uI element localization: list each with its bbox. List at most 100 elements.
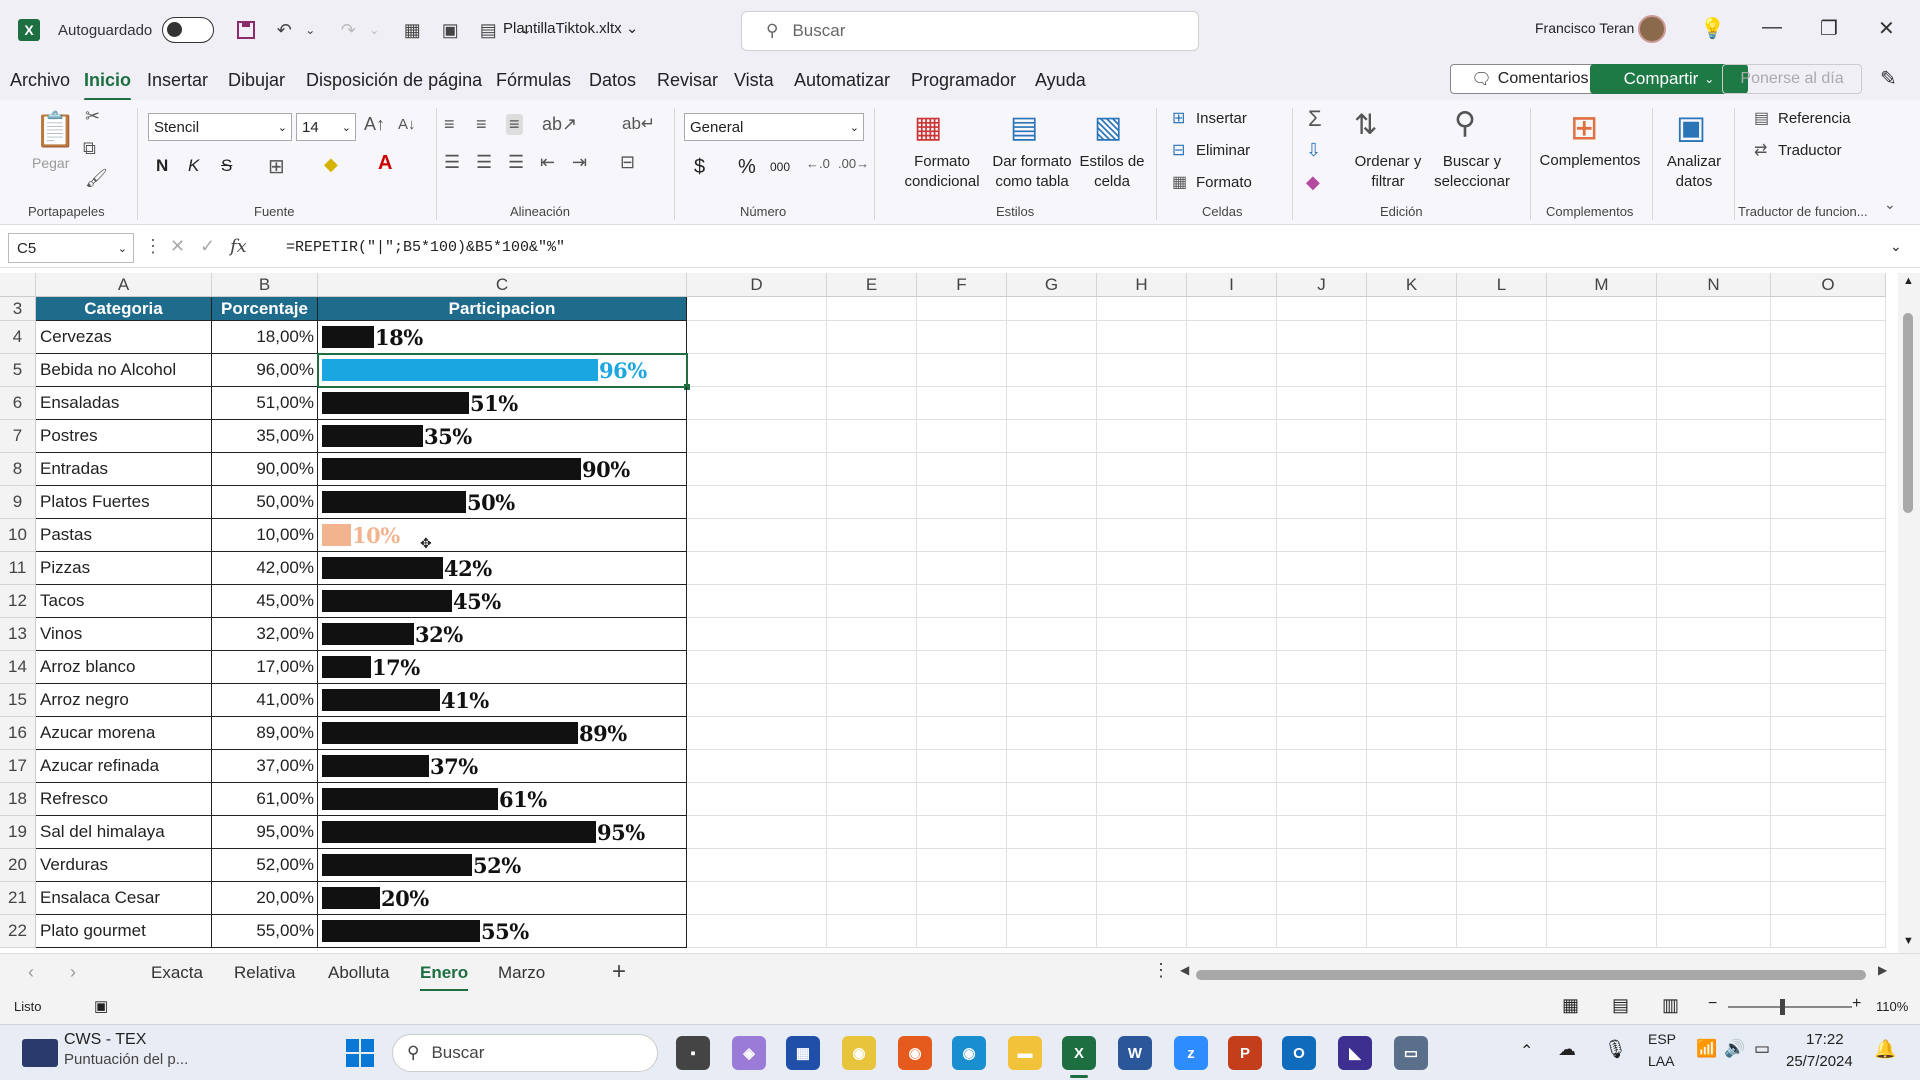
number-format-select[interactable]: General ⌄ xyxy=(684,113,864,141)
empty-cell[interactable] xyxy=(1367,684,1457,717)
insert-function-button[interactable]: fx xyxy=(230,236,247,257)
increase-indent-icon[interactable]: ⇥ xyxy=(572,152,587,173)
empty-cell[interactable] xyxy=(1771,849,1886,882)
empty-cell[interactable] xyxy=(917,816,1007,849)
spreadsheet-grid[interactable]: A B C D E F G H I J K L M N O 3 4 5 6 7 8 9 10 11 12 13 14 15 16 17 18… xyxy=(0,273,1898,953)
porcentaje-cell[interactable]: 52,00% xyxy=(212,849,318,882)
empty-cell[interactable] xyxy=(1547,585,1657,618)
empty-cell[interactable] xyxy=(1457,750,1547,783)
participacion-cell[interactable]: 35% xyxy=(318,420,687,453)
empty-cell[interactable] xyxy=(917,387,1007,420)
menu-automatizar[interactable]: Automatizar xyxy=(794,70,890,91)
empty-cell[interactable] xyxy=(1007,297,1097,321)
empty-cell[interactable] xyxy=(1097,915,1187,948)
empty-cell[interactable] xyxy=(1771,783,1886,816)
empty-cell[interactable] xyxy=(917,486,1007,519)
app-icon[interactable]: ◣ xyxy=(1338,1036,1372,1070)
empty-cell[interactable] xyxy=(1007,354,1097,387)
empty-cell[interactable] xyxy=(1547,717,1657,750)
expand-formula-icon[interactable]: ⌄ xyxy=(1890,238,1902,255)
empty-cell[interactable] xyxy=(1657,297,1771,321)
empty-cell[interactable] xyxy=(1457,618,1547,651)
empty-cell[interactable] xyxy=(1771,321,1886,354)
porcentaje-cell[interactable]: 55,00% xyxy=(212,915,318,948)
porcentaje-cell[interactable]: 10,00% xyxy=(212,519,318,552)
empty-cell[interactable] xyxy=(1457,420,1547,453)
empty-cell[interactable] xyxy=(1771,519,1886,552)
empty-cell[interactable] xyxy=(1007,651,1097,684)
empty-cell[interactable] xyxy=(1277,297,1367,321)
notifications-icon[interactable]: 🔔 xyxy=(1874,1039,1896,1060)
empty-cell[interactable] xyxy=(1097,684,1187,717)
empty-cell[interactable] xyxy=(687,717,827,750)
merge-center-icon[interactable]: ⊟ xyxy=(620,152,635,173)
column-header-h[interactable]: H xyxy=(1097,273,1187,297)
cancel-icon[interactable]: ✕ xyxy=(170,236,185,257)
outlook-icon[interactable]: O xyxy=(1282,1036,1316,1070)
porcentaje-cell[interactable]: 18,00% xyxy=(212,321,318,354)
empty-cell[interactable] xyxy=(917,354,1007,387)
empty-cell[interactable] xyxy=(1457,552,1547,585)
empty-cell[interactable] xyxy=(1187,519,1277,552)
empty-cell[interactable] xyxy=(1007,618,1097,651)
empty-cell[interactable] xyxy=(1367,486,1457,519)
row-header[interactable]: 20 xyxy=(0,849,36,882)
empty-cell[interactable] xyxy=(1457,783,1547,816)
empty-cell[interactable] xyxy=(1547,486,1657,519)
zoom-icon[interactable]: z xyxy=(1174,1036,1208,1070)
empty-cell[interactable] xyxy=(1187,816,1277,849)
copy-icon[interactable]: ⧉ xyxy=(83,138,96,159)
empty-cell[interactable] xyxy=(687,387,827,420)
empty-cell[interactable] xyxy=(1547,321,1657,354)
empty-cell[interactable] xyxy=(1007,882,1097,915)
empty-cell[interactable] xyxy=(687,519,827,552)
fill-icon[interactable]: ⇩ xyxy=(1306,140,1321,161)
empty-cell[interactable] xyxy=(1097,585,1187,618)
table-header-a[interactable]: Categoria xyxy=(36,297,212,321)
categoria-cell[interactable]: Ensalaca Cesar xyxy=(36,882,212,915)
row-header[interactable]: 18 xyxy=(0,783,36,816)
empty-cell[interactable] xyxy=(917,717,1007,750)
decrease-decimal-icon[interactable]: .00→ xyxy=(838,156,869,171)
normal-view-icon[interactable]: ▦ xyxy=(1562,995,1579,1016)
store-icon[interactable]: ▦ xyxy=(786,1036,820,1070)
menu-insertar[interactable]: Insertar xyxy=(147,70,208,91)
empty-cell[interactable] xyxy=(1657,585,1771,618)
empty-cell[interactable] xyxy=(827,684,917,717)
lightbulb-icon[interactable]: 💡 xyxy=(1700,16,1725,41)
empty-cell[interactable] xyxy=(917,882,1007,915)
microphone-icon[interactable]: 🎙 xyxy=(1604,1039,1627,1060)
prev-sheet-icon[interactable]: ‹ xyxy=(28,962,34,983)
categoria-cell[interactable]: Postres xyxy=(36,420,212,453)
user-name[interactable]: Francisco Teran xyxy=(1535,20,1634,36)
participacion-cell[interactable]: 42% xyxy=(318,552,687,585)
empty-cell[interactable] xyxy=(1007,915,1097,948)
empty-cell[interactable] xyxy=(1771,486,1886,519)
porcentaje-cell[interactable]: 96,00% xyxy=(212,354,318,387)
empty-cell[interactable] xyxy=(1277,684,1367,717)
empty-cell[interactable] xyxy=(1547,783,1657,816)
empty-cell[interactable] xyxy=(1547,453,1657,486)
zoom-in-icon[interactable]: + xyxy=(1852,995,1861,1013)
porcentaje-cell[interactable]: 41,00% xyxy=(212,684,318,717)
borders-icon[interactable]: ⊞ xyxy=(268,154,285,179)
empty-cell[interactable] xyxy=(1657,915,1771,948)
menu-vista[interactable]: Vista xyxy=(734,70,774,91)
copilot-icon[interactable]: ◈ xyxy=(732,1036,766,1070)
row-header[interactable]: 22 xyxy=(0,915,36,948)
horizontal-scroll-thumb[interactable] xyxy=(1196,970,1866,980)
porcentaje-cell[interactable]: 35,00% xyxy=(212,420,318,453)
empty-cell[interactable] xyxy=(1547,651,1657,684)
empty-cell[interactable] xyxy=(1457,882,1547,915)
clock-time[interactable]: 17:22 xyxy=(1806,1031,1844,1048)
empty-cell[interactable] xyxy=(1771,354,1886,387)
empty-cell[interactable] xyxy=(1771,750,1886,783)
empty-cell[interactable] xyxy=(1097,783,1187,816)
participacion-cell[interactable]: 95% xyxy=(318,816,687,849)
empty-cell[interactable] xyxy=(687,849,827,882)
empty-cell[interactable] xyxy=(827,849,917,882)
menu-disposicion[interactable]: Disposición de página xyxy=(306,70,482,91)
empty-cell[interactable] xyxy=(827,486,917,519)
empty-cell[interactable] xyxy=(1547,816,1657,849)
empty-cell[interactable] xyxy=(1097,387,1187,420)
